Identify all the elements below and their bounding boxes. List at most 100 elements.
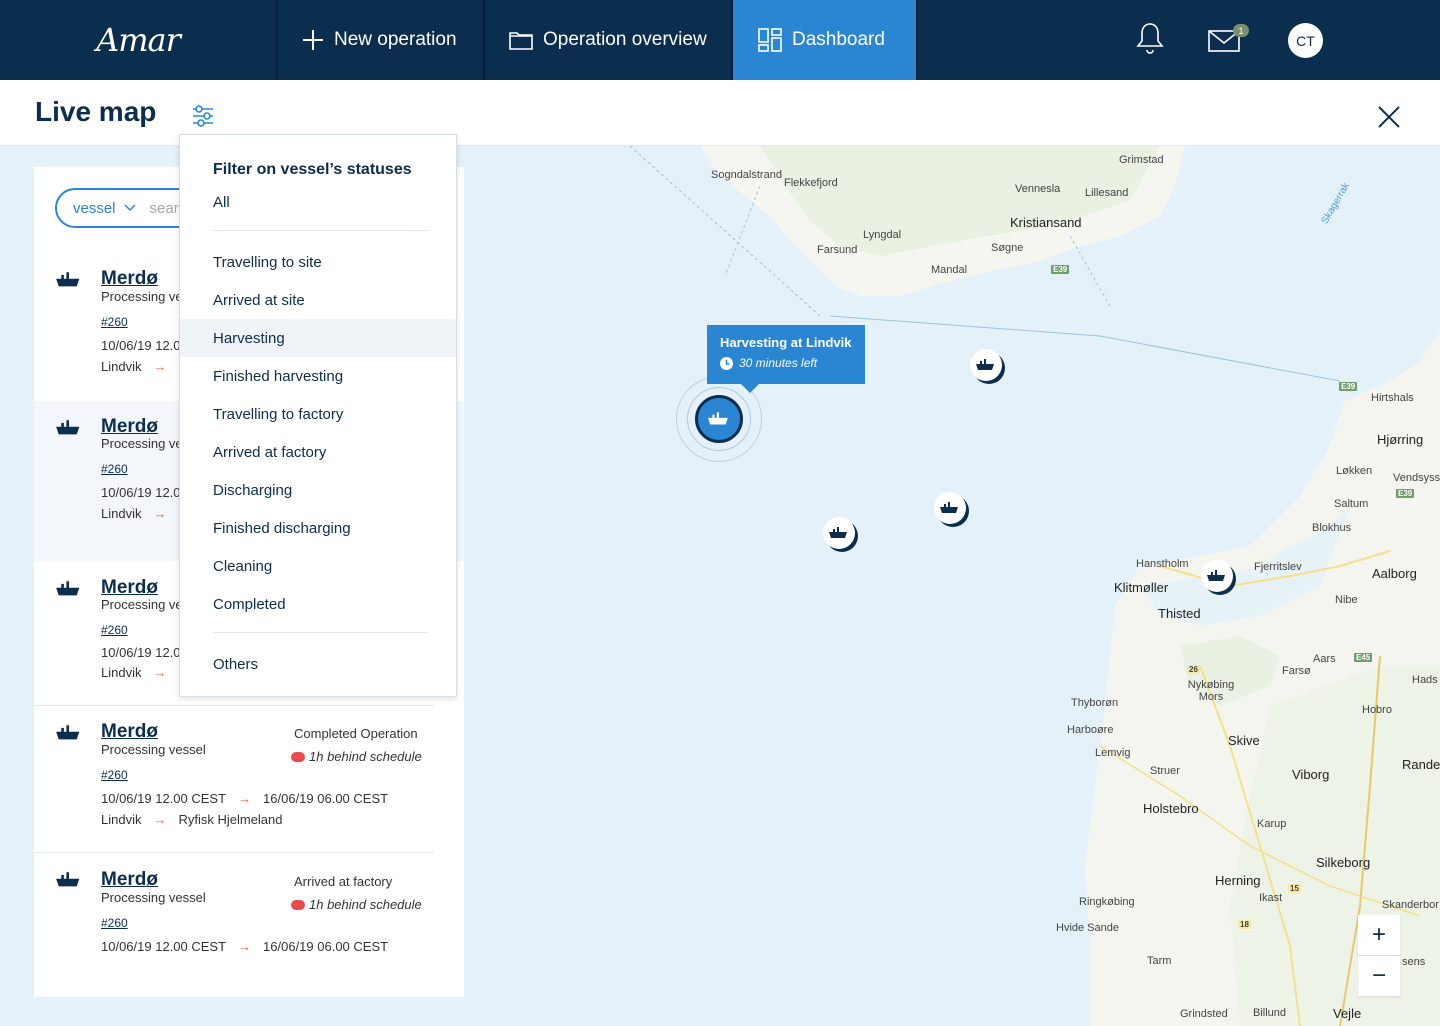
arrow-right-icon: → [153, 665, 167, 680]
tooltip-title: Harvesting at Lindvik [720, 335, 852, 350]
filter-option-finished-discharging[interactable]: Finished discharging [180, 509, 456, 547]
nav-divider [483, 0, 485, 80]
schedule-status: 1h behind schedule [291, 897, 422, 912]
filter-option-completed[interactable]: Completed [180, 585, 456, 623]
bell-icon[interactable] [1136, 21, 1164, 57]
map-label: Thisted [1158, 606, 1201, 621]
map-label: Rande [1402, 757, 1440, 772]
map-label: Hirtshals [1371, 392, 1414, 404]
user-avatar[interactable]: CT [1288, 23, 1323, 58]
search-type-select[interactable]: vessel [73, 200, 136, 217]
filter-option-cleaning[interactable]: Cleaning [180, 547, 456, 585]
operation-overview-button[interactable]: Operation overview [509, 0, 707, 80]
start-date: 10/06/19 12.0 [101, 338, 181, 353]
dashboard-tab[interactable]: Dashboard [733, 0, 916, 80]
arrow-right-icon: → [153, 812, 167, 827]
operation-status: Completed Operation [294, 726, 418, 741]
ship-icon [829, 527, 847, 538]
filter-option-harvesting[interactable]: Harvesting [180, 319, 456, 357]
vessel-name[interactable]: Merdø [101, 869, 158, 891]
vessel-name[interactable]: Merdø [101, 268, 158, 290]
map-label: Mandal [931, 264, 968, 276]
vessel-route: Lindvik→F [101, 665, 186, 680]
vessel-marker[interactable] [823, 517, 855, 549]
vessel-marker[interactable] [934, 492, 966, 524]
vessel-marker[interactable] [1201, 560, 1233, 592]
vessel-type: Processing vessel [101, 742, 206, 757]
map-label: Farsø [1282, 665, 1311, 677]
map-label: Hanstholm [1136, 558, 1189, 570]
filter-option-travelling-to-factory[interactable]: Travelling to factory [180, 395, 456, 433]
map-label: Blokhus [1312, 522, 1352, 534]
road-shield: 15 [1288, 884, 1301, 893]
ship-icon [976, 359, 994, 370]
vessel-name[interactable]: Merdø [101, 416, 158, 438]
operation-number[interactable]: #260 [101, 916, 128, 930]
start-date: 10/06/19 12.0 [101, 645, 181, 660]
app-logo[interactable]: Amar [0, 0, 276, 80]
arrow-right-icon: → [153, 359, 167, 374]
tooltip-time-left: 30 minutes left [739, 356, 818, 370]
map-label: Søgne [991, 242, 1024, 254]
vessel-dates: 10/06/19 12.00 CEST → 16/06/19 06.00 CEST [101, 939, 388, 954]
filter-option-others[interactable]: Others [180, 645, 456, 683]
filter-settings-icon[interactable] [190, 103, 216, 129]
filter-option-arrived-at-site[interactable]: Arrived at site [180, 281, 456, 319]
new-operation-button[interactable]: New operation [302, 0, 457, 80]
map-label: Vejle [1333, 1006, 1362, 1021]
map-label: Hobro [1362, 704, 1392, 716]
vessel-marker[interactable] [970, 349, 1002, 381]
map-label: Vendsyss [1393, 472, 1440, 484]
operation-number[interactable]: #260 [101, 768, 128, 782]
status-filter-dropdown: Filter on vessel’s statuses All Travelli… [179, 134, 457, 697]
zoom-out-button[interactable]: − [1358, 956, 1400, 996]
map-label: Grimstad [1119, 154, 1164, 166]
filter-option-all[interactable]: All [180, 183, 456, 221]
map-label: Sogndalstrand [711, 169, 782, 181]
map-label: Kristiansand [1010, 215, 1082, 230]
ship-icon [708, 412, 728, 425]
vessel-name[interactable]: Merdø [101, 721, 158, 743]
map-label: Lillesand [1085, 187, 1129, 199]
new-operation-label: New operation [334, 29, 457, 50]
vessel-card[interactable]: Merdø Processing vessel Arrived at facto… [34, 853, 464, 997]
vessel-card[interactable]: Merdø Processing vessel Completed Operat… [34, 706, 464, 852]
operation-number[interactable]: #260 [101, 315, 128, 329]
route-to: Ryfisk Hjelmeland [178, 812, 283, 827]
map-label: sens [1402, 956, 1426, 968]
operation-overview-label: Operation overview [543, 29, 707, 50]
filter-divider [213, 632, 428, 633]
selected-vessel-core[interactable] [695, 395, 743, 443]
map-label: Ringkøbing [1079, 896, 1135, 908]
vessel-route: Lindvik → Ryfisk Hjelmeland [101, 812, 283, 827]
search-input[interactable]: sear [150, 200, 179, 217]
vessel-dates: 10/06/19 12.0 [101, 338, 181, 353]
map-label: Skanderbor [1382, 899, 1439, 911]
filter-option-travelling-to-site[interactable]: Travelling to site [180, 243, 456, 281]
filter-option-discharging[interactable]: Discharging [180, 471, 456, 509]
map-label: Aalborg [1372, 566, 1417, 581]
vessel-type: Processing ve [101, 289, 183, 304]
map-label: Nykøbing Mors [1187, 679, 1235, 703]
operation-number[interactable]: #260 [101, 623, 128, 637]
filter-option-finished-harvesting[interactable]: Finished harvesting [180, 357, 456, 395]
vessel-name[interactable]: Merdø [101, 577, 158, 599]
route-from: Lindvik [101, 359, 142, 374]
clock-icon [720, 356, 733, 370]
map-label: Nibe [1335, 594, 1358, 606]
close-icon[interactable] [1376, 104, 1402, 130]
zoom-in-button[interactable]: + [1358, 915, 1400, 955]
filter-title: Filter on vessel’s statuses [213, 161, 412, 178]
tooltip-subtitle: 30 minutes left [720, 356, 852, 370]
vessel-status-tooltip: Harvesting at Lindvik 30 minutes left [707, 325, 865, 393]
chevron-down-icon [124, 204, 136, 212]
top-navigation: Amar New operation Operation overview Da… [0, 0, 1440, 80]
map-label: Lemvig [1095, 747, 1131, 759]
filter-divider [213, 230, 428, 231]
operation-status: Arrived at factory [294, 874, 393, 889]
filter-option-arrived-at-factory[interactable]: Arrived at factory [180, 433, 456, 471]
operation-number[interactable]: #260 [101, 462, 128, 476]
ship-icon [56, 725, 80, 740]
nav-divider [276, 0, 278, 80]
map-label: Ikast [1259, 892, 1283, 904]
